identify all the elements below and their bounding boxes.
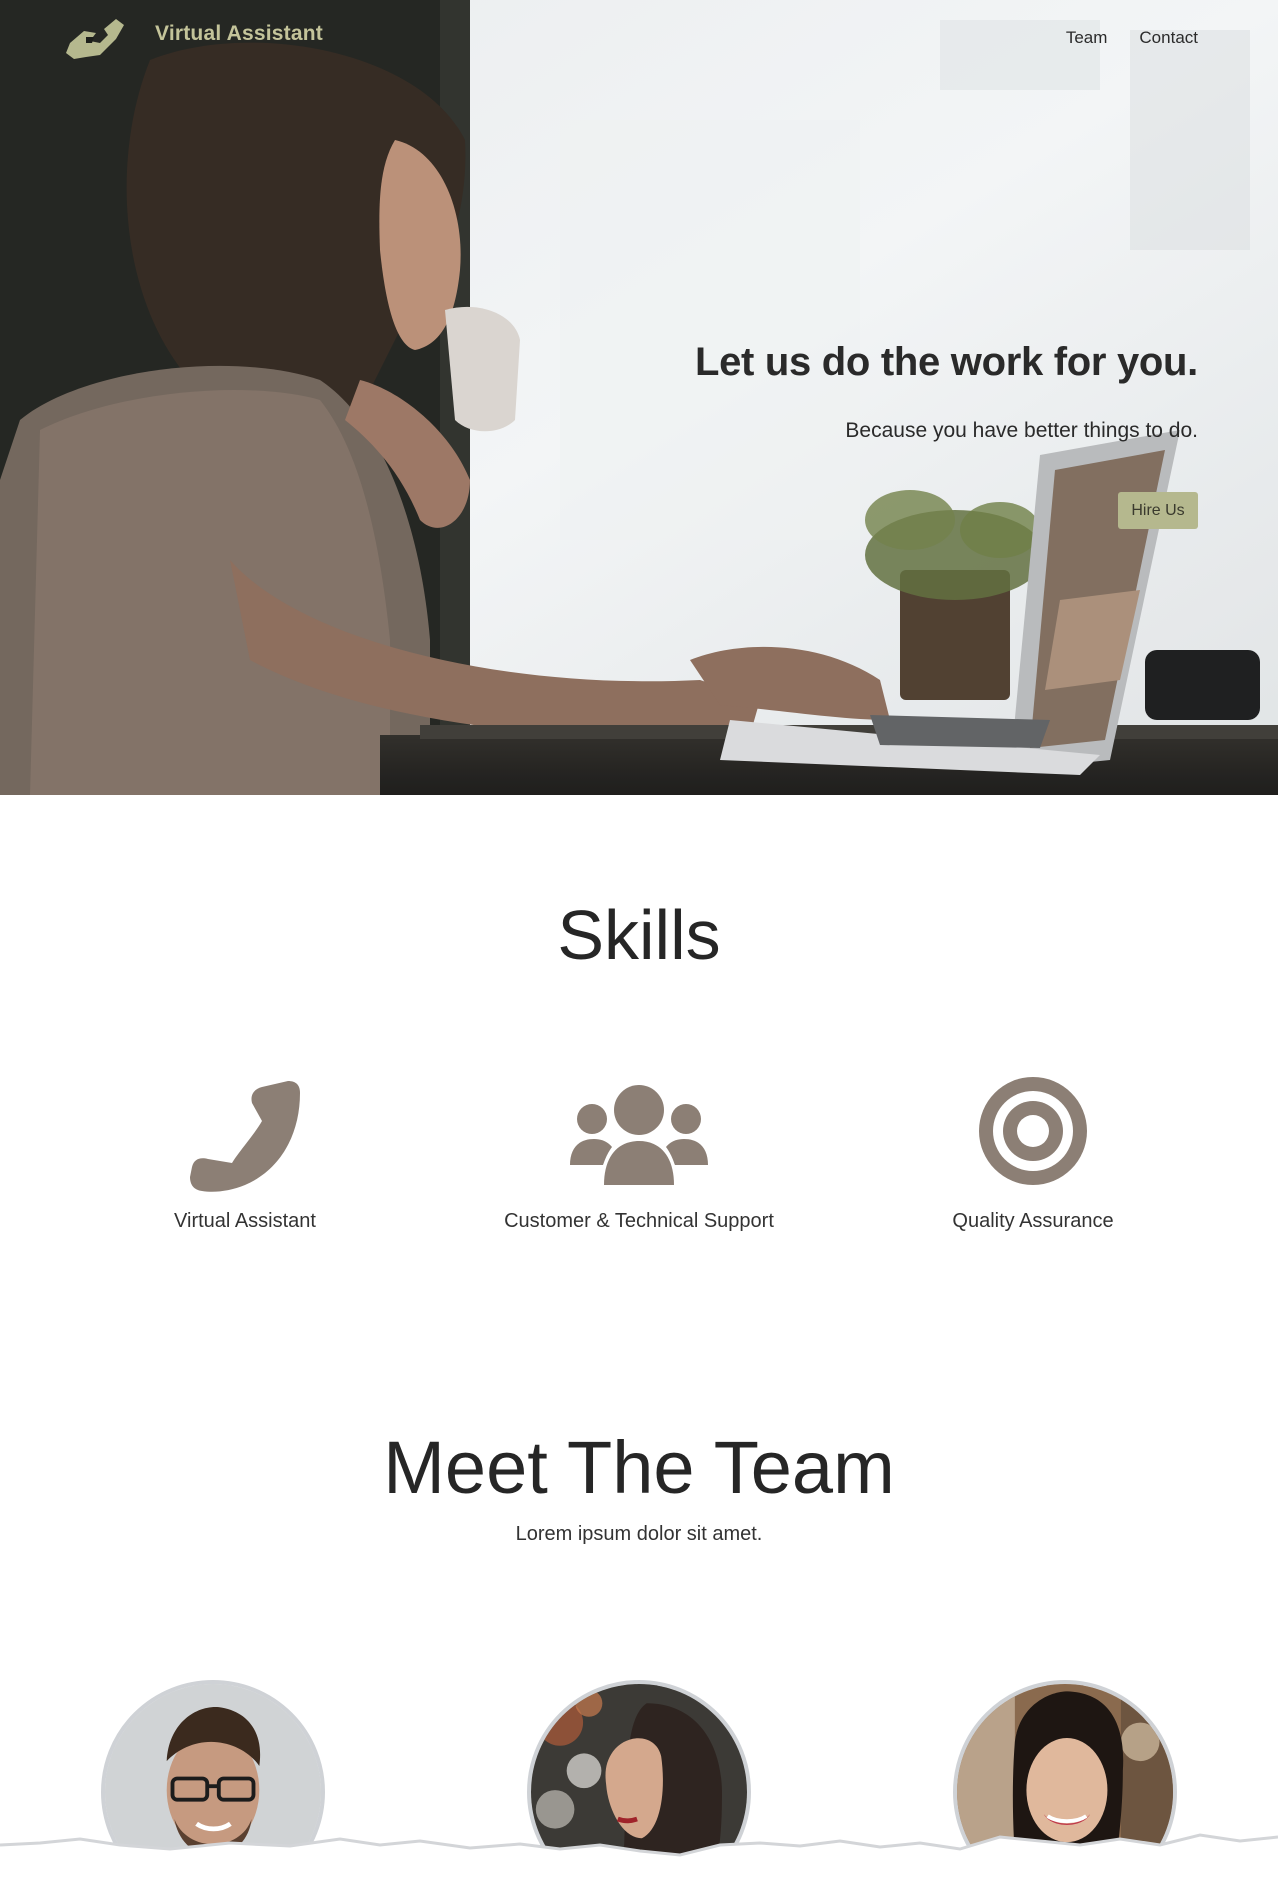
torn-paper-divider [0, 1833, 1278, 1896]
hero-title: Let us do the work for you. [694, 340, 1198, 384]
hero-text: Let us do the work for you. Because you … [695, 340, 1198, 443]
brand-name[interactable]: Virtual Assistant [155, 22, 323, 46]
nav-link-team[interactable]: Team [1066, 28, 1108, 48]
skill-label: Customer & Technical Support [504, 1210, 774, 1232]
phone-icon [190, 1081, 300, 1192]
skill-item-quality-assurance: Quality Assurance [833, 1075, 1233, 1233]
top-navbar: Virtual Assistant Team Contact [0, 0, 1278, 75]
hero-section: Virtual Assistant Team Contact Let us do… [0, 0, 1278, 795]
skills-title: Skills [557, 896, 721, 974]
hero-subtitle: Because you have better things to do. [845, 419, 1198, 442]
skill-item-customer-support: Customer & Technical Support [439, 1075, 839, 1233]
handshake-logo-icon[interactable] [64, 13, 126, 63]
team-title: Meet The Team [383, 1426, 895, 1509]
skill-label: Quality Assurance [952, 1210, 1114, 1232]
hire-us-button[interactable]: Hire Us [1118, 492, 1198, 529]
target-icon [979, 1077, 1087, 1185]
team-subtitle: Lorem ipsum dolor sit amet. [515, 1523, 763, 1545]
skill-item-virtual-assistant: Virtual Assistant [45, 1075, 445, 1233]
nav-links: Team Contact [1066, 28, 1198, 48]
skill-label: Virtual Assistant [174, 1210, 316, 1232]
nav-link-contact[interactable]: Contact [1139, 28, 1198, 48]
users-icon [570, 1085, 708, 1185]
